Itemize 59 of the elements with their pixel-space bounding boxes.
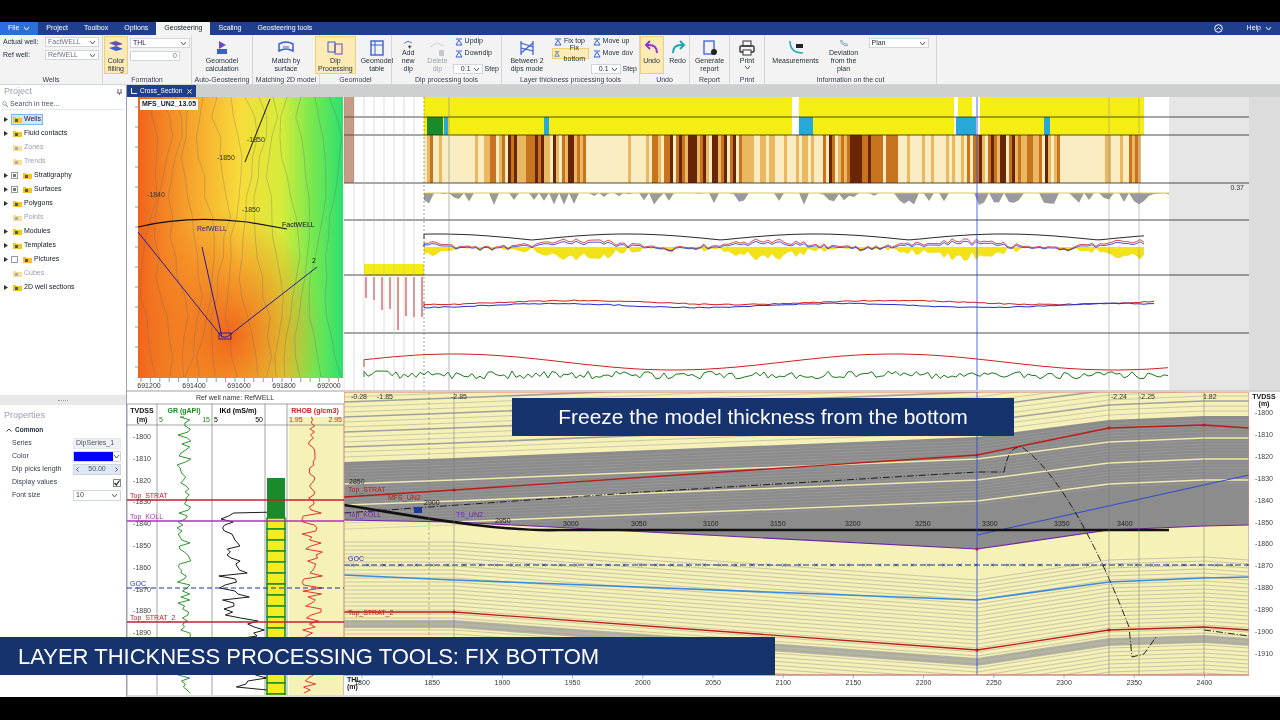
search-icon [2, 101, 8, 107]
expand-arrow-icon[interactable] [4, 228, 8, 234]
pin-icon[interactable] [117, 89, 122, 95]
line-triangle-icon [454, 49, 463, 58]
folder-icon [13, 241, 22, 249]
folder-icon [13, 227, 22, 235]
expand-arrow-icon[interactable] [4, 116, 8, 122]
expand-arrow-icon[interactable] [4, 256, 8, 262]
line-triangle-icon [454, 37, 463, 46]
folder-icon [13, 143, 22, 151]
caret-icon[interactable] [113, 452, 120, 461]
folder-icon [13, 129, 22, 137]
caret-icon [918, 40, 926, 46]
color-swatch[interactable] [74, 452, 113, 461]
folder-icon [13, 213, 22, 221]
folder-icon [23, 185, 32, 193]
curve-measure-icon [786, 39, 805, 57]
checkbox[interactable] [11, 255, 18, 263]
expand-arrow-icon[interactable] [4, 130, 8, 136]
caret-icon [23, 26, 31, 31]
dip-icon [326, 39, 345, 57]
line-triangle-icon [554, 49, 560, 58]
caret-icon [743, 65, 751, 70]
caret-icon [472, 66, 480, 72]
chevron-left-icon[interactable] [76, 467, 79, 472]
checkbox[interactable] [11, 171, 18, 179]
panel-title: Project [4, 85, 32, 99]
close-icon[interactable] [187, 88, 193, 94]
expand-arrow-icon[interactable] [4, 200, 8, 206]
expand-arrow-icon[interactable] [4, 186, 8, 192]
table-icon [367, 39, 386, 57]
caption-box: Freeze the model thickness from the bottom [512, 398, 1014, 436]
folder-icon [13, 283, 22, 291]
folder-icon [13, 269, 22, 277]
line-triangle-icon [554, 37, 562, 46]
line-triangle-icon [592, 49, 601, 58]
caret-icon [111, 493, 118, 498]
collapse-ribbon-icon[interactable] [1213, 24, 1223, 33]
expand-arrow-icon[interactable] [4, 172, 8, 178]
expand-arrow-icon[interactable] [4, 284, 8, 290]
line-triangle-icon [592, 37, 601, 46]
title-banner: LAYER THICKNESS PROCESSING TOOLS: FIX BOTTOM [0, 637, 775, 675]
checkbox[interactable] [11, 185, 18, 193]
folder-icon [13, 115, 22, 123]
checkbox[interactable] [113, 478, 121, 487]
expand-arrow-icon[interactable] [4, 242, 8, 248]
caret-icon [610, 66, 618, 72]
folder-icon [23, 171, 32, 179]
fan-lines-icon [518, 39, 536, 57]
caret-icon [1265, 26, 1272, 31]
chevron-right-icon[interactable] [115, 467, 118, 472]
delete-line-icon [428, 39, 447, 57]
caret-icon [180, 40, 187, 46]
folder-icon [13, 199, 22, 207]
folder-icon [23, 255, 32, 263]
chart-icon [131, 88, 137, 94]
print-icon [738, 39, 756, 57]
panel-title: Properties [3, 409, 47, 422]
folder-icon [13, 157, 22, 165]
